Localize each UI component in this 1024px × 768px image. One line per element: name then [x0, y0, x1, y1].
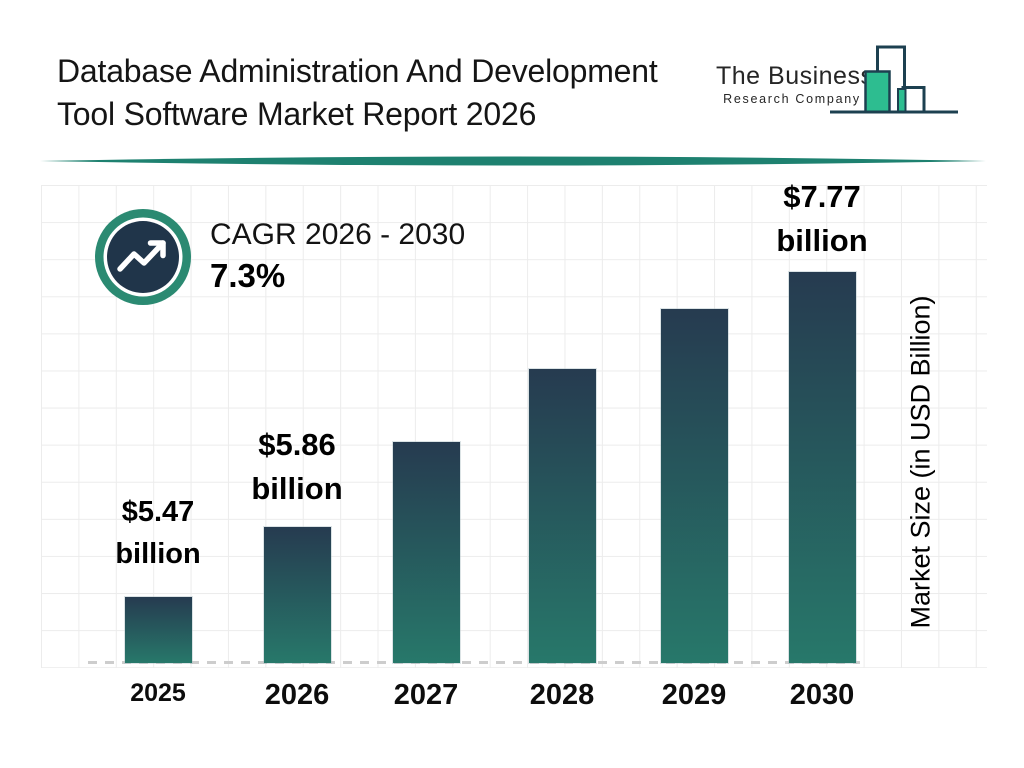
x-axis-label-2025: 2025 — [130, 679, 186, 708]
bar-series: $5.47billion 2025 $5.86billion 2026 2027 2028… — [0, 0, 1024, 768]
bar-2025 — [125, 597, 192, 663]
bar-2029 — [661, 309, 728, 663]
x-axis-label-2026: 2026 — [265, 679, 330, 712]
x-axis-label-2029: 2029 — [662, 679, 727, 712]
x-axis-label-2030: 2030 — [790, 679, 855, 712]
x-axis-label-2028: 2028 — [530, 679, 595, 712]
y-axis-label: Market Size (in USD Billion) — [906, 295, 937, 628]
cagr-trend-up-icon — [93, 207, 193, 307]
bar-value-label-2025: $5.47billion — [115, 491, 200, 575]
bar-2027 — [393, 442, 460, 663]
bar-2030 — [789, 272, 856, 663]
cagr-period-label: CAGR 2026 - 2030 — [210, 218, 465, 252]
market-report-infographic: Database Administration And DevelopmentT… — [0, 0, 1024, 768]
cagr-value: 7.3% — [210, 257, 285, 295]
bar-value-label-2030: $7.77billion — [776, 175, 867, 263]
x-axis-label-2027: 2027 — [394, 679, 459, 712]
bar-value-label-2026: $5.86billion — [251, 423, 342, 511]
bar-2026 — [264, 527, 331, 663]
bar-2028 — [529, 369, 596, 663]
